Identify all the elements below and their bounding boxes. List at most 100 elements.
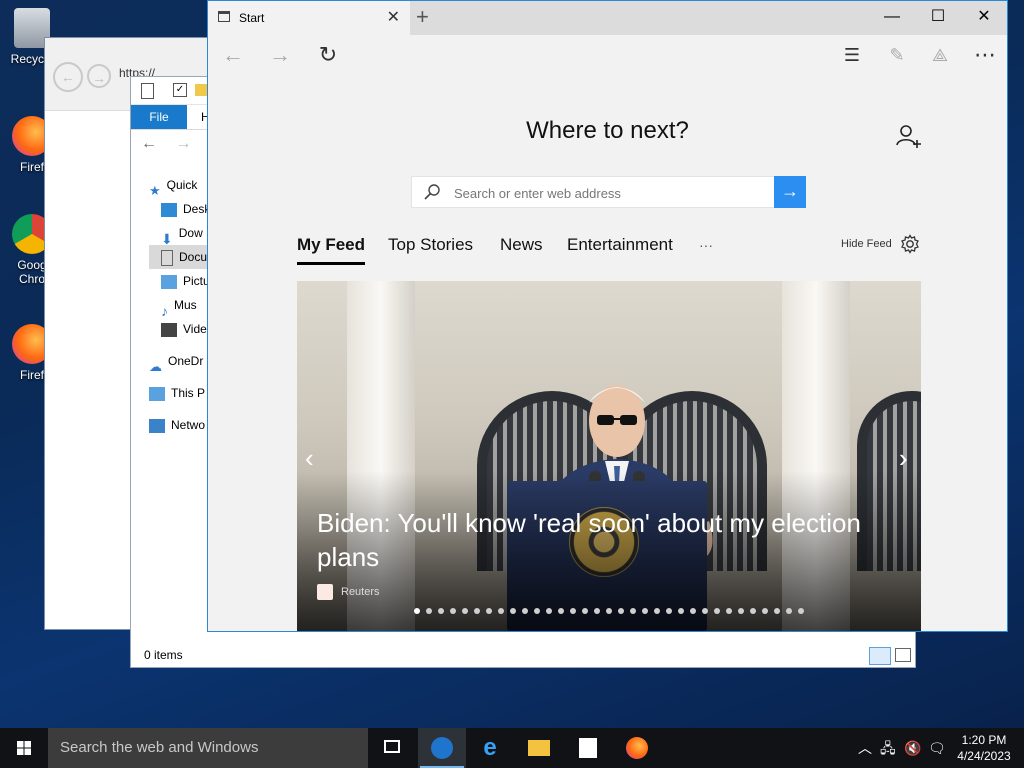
clock-time: 1:20 PM [961,733,1007,747]
maximize-button[interactable]: ☐ [915,1,961,33]
tab-my-feed[interactable]: My Feed [297,235,366,265]
carousel-dot[interactable] [738,608,744,614]
carousel-dot[interactable] [750,608,756,614]
internet-explorer-icon: e [483,734,497,761]
carousel-dot[interactable] [450,608,456,614]
carousel-dot[interactable] [546,608,552,614]
carousel-dot[interactable] [630,608,636,614]
show-hidden-icons-icon[interactable]: ︿ [858,728,872,768]
checkbox-icon[interactable]: ✓ [173,83,187,97]
close-tab-icon[interactable]: ✕ [387,7,400,27]
carousel-dot[interactable] [618,608,624,614]
arrow-right-icon: → [781,181,799,201]
carousel-dot[interactable] [702,608,708,614]
hide-feed-link[interactable]: Hide Feed [841,238,892,250]
taskbar-firefox[interactable] [613,728,661,768]
carousel-dot[interactable] [426,608,432,614]
share-icon[interactable]: ⟁ [925,41,955,69]
new-tab-button[interactable]: + [416,4,429,30]
carousel-dot[interactable] [666,608,672,614]
taskbar-store[interactable] [564,728,612,768]
carousel-prev-icon[interactable]: ‹ [305,443,314,474]
browser-toolbar: ← → ↻ ☰ ✎ ⟁ ⋯ [208,35,1007,75]
carousel-dot[interactable] [414,608,420,614]
carousel-dot[interactable] [438,608,444,614]
carousel-dot[interactable] [594,608,600,614]
minimize-button[interactable]: — [869,1,915,33]
carousel-dot[interactable] [522,608,528,614]
carousel-dot[interactable] [774,608,780,614]
add-person-icon[interactable] [896,123,922,149]
video-icon [161,322,177,337]
back-arrow-icon[interactable]: ← [53,62,83,92]
forward-arrow-icon[interactable]: → [87,64,111,88]
file-tab[interactable]: File [131,105,187,129]
hub-icon[interactable]: ☰ [837,41,867,69]
tab-news[interactable]: News [500,235,543,255]
large-icons-view-icon[interactable] [895,648,911,662]
task-view-button[interactable] [368,728,416,768]
back-arrow-icon[interactable]: ← [141,135,157,152]
taskbar-search[interactable]: Search the web and Windows [48,728,368,768]
carousel-dot[interactable] [654,608,660,614]
edge-browser-window[interactable]: Start ✕ + — ☐ ✕ ← → ↻ ☰ ✎ ⟁ ⋯ Where to n… [207,0,1008,632]
star-icon: ★ [149,182,161,197]
carousel-dot[interactable] [498,608,504,614]
carousel-dot[interactable] [570,608,576,614]
taskbar-file-explorer[interactable] [515,728,563,768]
web-note-icon[interactable]: ✎ [882,41,912,69]
network-icon[interactable]: 🖧 [880,728,896,768]
carousel-dot[interactable] [510,608,516,614]
properties-icon[interactable] [141,83,154,99]
taskbar: Search the web and Windows e ︿ 🖧 🔇 🗨 1:2… [0,728,1024,768]
tab-page-icon [218,11,230,22]
forward-arrow-icon[interactable]: → [175,135,191,152]
carousel-dot[interactable] [690,608,696,614]
gear-icon[interactable] [900,234,920,254]
hero-headline[interactable]: Biden: You'll know 'real soon' about my … [317,506,907,574]
back-arrow-icon[interactable]: ← [218,41,248,69]
hero-news-carousel[interactable]: ‹ › Biden: You'll know 'real soon' about… [297,281,921,631]
carousel-dot[interactable] [558,608,564,614]
go-button[interactable]: → [774,176,806,208]
carousel-dot[interactable] [642,608,648,614]
tab-entertainment[interactable]: Entertainment [567,235,673,255]
close-window-button[interactable]: ✕ [961,1,1007,33]
more-icon[interactable]: ⋯ [970,41,1000,69]
refresh-icon[interactable]: ↻ [313,41,343,69]
carousel-dot[interactable] [678,608,684,614]
search-box [411,176,775,209]
action-center-icon[interactable]: 🗨 [928,728,946,768]
carousel-dot[interactable] [762,608,768,614]
search-icon [424,184,440,200]
taskbar-internet-explorer[interactable]: e [466,728,514,768]
carousel-dot[interactable] [798,608,804,614]
carousel-dot[interactable] [462,608,468,614]
tab-start[interactable]: Start ✕ [208,1,410,35]
explorer-status-bar: 0 items [131,643,915,667]
carousel-dot[interactable] [534,608,540,614]
explorer-nav-buttons: ← → [141,135,191,153]
taskbar-edge[interactable] [418,728,466,768]
address-search-input[interactable] [452,177,774,209]
carousel-dot[interactable] [714,608,720,614]
music-icon: ♪ [161,302,168,317]
windows-start-icon[interactable] [0,728,48,768]
item-count: 0 items [144,648,183,662]
details-view-icon[interactable] [869,647,891,665]
carousel-next-icon[interactable]: › [899,443,908,474]
desktop-icon [161,202,177,217]
carousel-dot[interactable] [606,608,612,614]
tab-top-stories[interactable]: Top Stories [388,235,473,255]
carousel-dot[interactable] [474,608,480,614]
volume-muted-icon[interactable]: 🔇 [904,728,921,768]
forward-arrow-icon[interactable]: → [265,41,295,69]
page-heading: Where to next? [526,117,689,144]
carousel-dot[interactable] [582,608,588,614]
system-clock[interactable]: 1:20 PM 4/24/2023 [952,732,1016,764]
carousel-dot[interactable] [726,608,732,614]
carousel-dot[interactable] [486,608,492,614]
carousel-dot[interactable] [786,608,792,614]
more-tabs-button[interactable]: ··· [699,237,713,253]
download-icon: ⬇ [161,230,173,245]
